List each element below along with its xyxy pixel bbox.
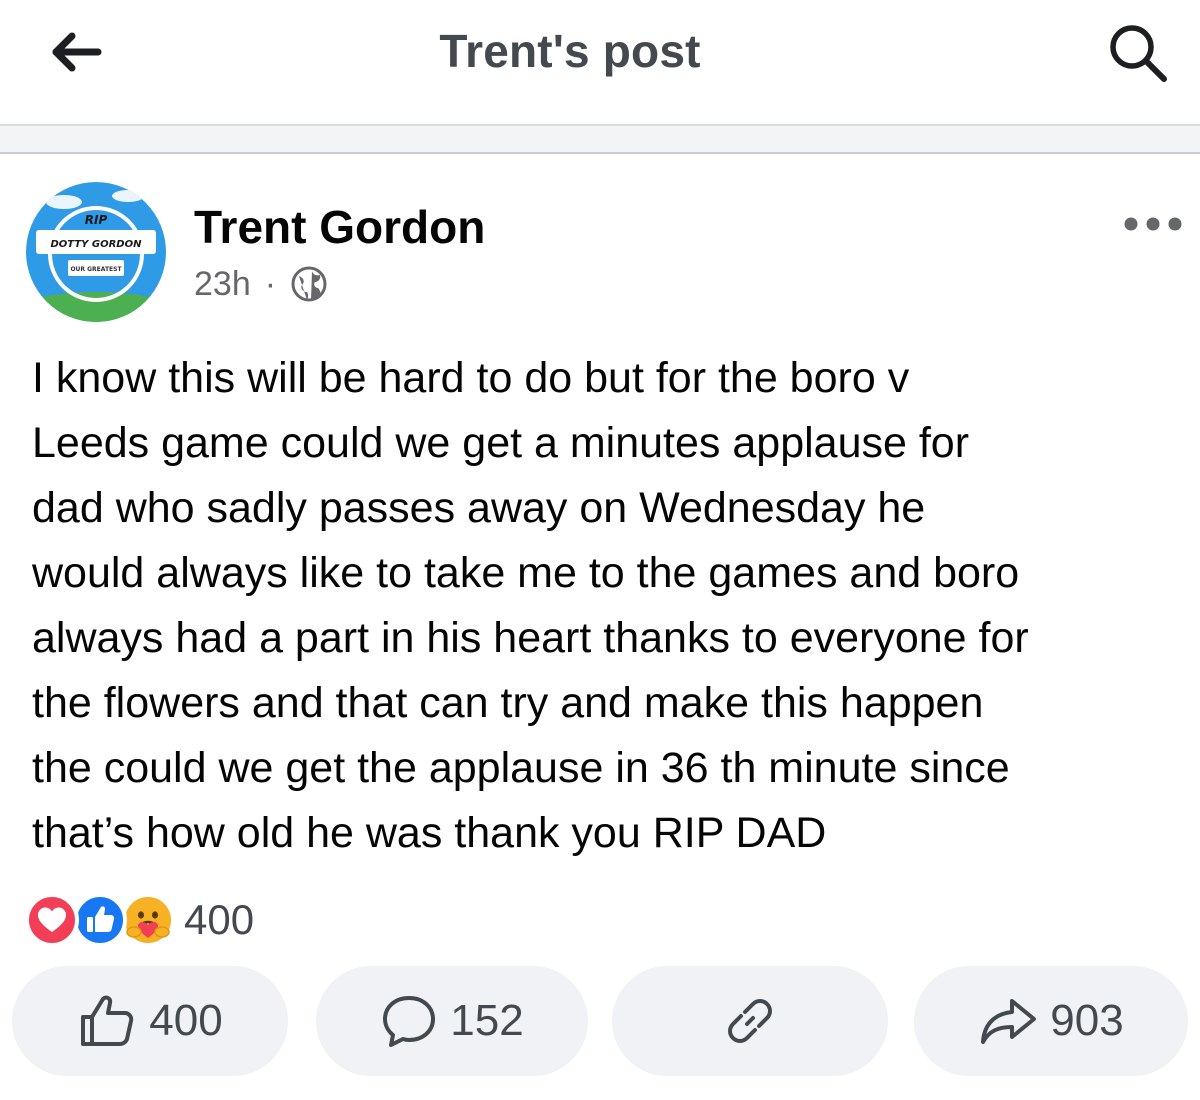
comment-button[interactable]: 152 <box>316 966 588 1076</box>
comment-count: 152 <box>450 996 524 1045</box>
avatar-text-name: DOTTY GORDON <box>51 239 143 250</box>
back-button[interactable] <box>40 22 112 82</box>
reaction-count: 400 <box>184 896 255 943</box>
share-icon <box>981 999 1037 1044</box>
thumbs-up-icon <box>81 995 134 1046</box>
like-button[interactable]: 400 <box>12 966 288 1076</box>
love-reaction-icon <box>25 893 79 947</box>
comment-icon <box>383 996 436 1047</box>
share-button[interactable]: 903 <box>914 966 1188 1076</box>
reactions-summary[interactable]: 400 <box>24 890 254 950</box>
more-options-button[interactable] <box>1118 206 1188 242</box>
author-name[interactable]: Trent Gordon <box>194 200 485 254</box>
top-bar: Trent's post <box>0 0 1200 124</box>
post-time[interactable]: 23h <box>194 265 251 304</box>
copy-link-button[interactable] <box>612 966 888 1076</box>
page-title: Trent's post <box>439 25 701 77</box>
search-icon <box>1110 25 1167 82</box>
avatar[interactable]: RIP DOTTY GORDON OUR GREATEST <box>24 180 168 324</box>
section-divider <box>0 124 1200 154</box>
share-count: 903 <box>1050 996 1124 1045</box>
meta-separator: · <box>264 264 277 303</box>
post-meta: 23h · <box>194 262 328 306</box>
search-button[interactable] <box>1098 18 1178 88</box>
like-count: 400 <box>149 996 223 1045</box>
arrow-left-icon <box>52 32 102 72</box>
link-icon <box>728 999 772 1043</box>
more-horizontal-icon <box>1124 217 1182 231</box>
globe-icon <box>291 266 327 302</box>
post-text: I know this will be hard to do but for t… <box>32 354 1029 857</box>
avatar-text-tagline: OUR GREATEST <box>70 266 122 273</box>
reaction-icons <box>24 892 180 948</box>
avatar-text-rip: RIP <box>85 213 108 227</box>
care-reaction-icon <box>121 893 175 947</box>
like-reaction-icon <box>73 893 127 947</box>
